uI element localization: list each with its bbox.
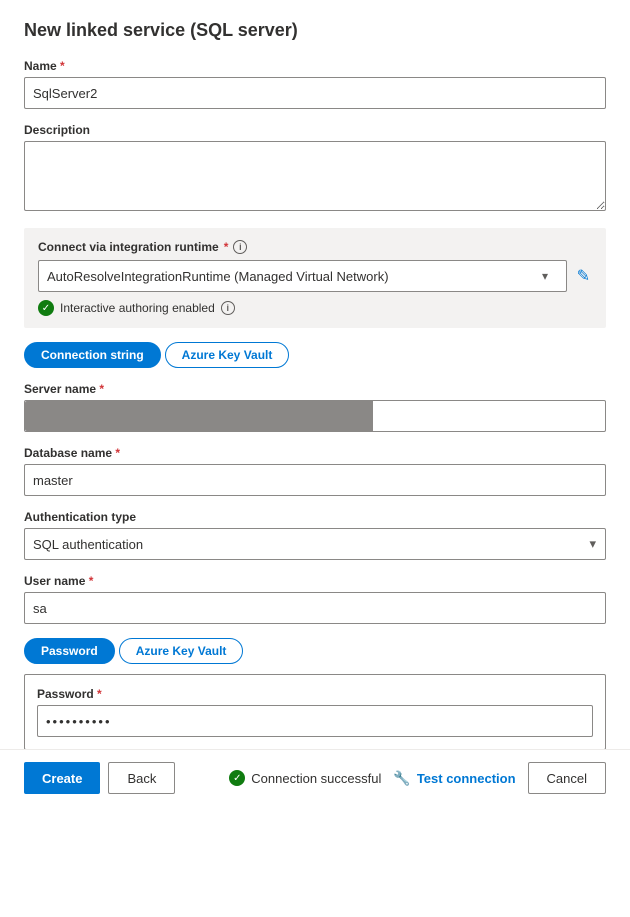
interactive-authoring-info-icon[interactable]: i	[221, 301, 235, 315]
description-field-group: Description	[24, 123, 606, 214]
back-button[interactable]: Back	[108, 762, 175, 794]
description-input[interactable]	[24, 141, 606, 211]
description-label: Description	[24, 123, 606, 137]
password-tab-row: Password Azure Key Vault	[24, 638, 606, 664]
password-azure-key-vault-tab[interactable]: Azure Key Vault	[119, 638, 244, 664]
interactive-authoring-row: ✓ Interactive authoring enabled i	[38, 300, 592, 316]
connection-success-check-icon: ✓	[229, 770, 245, 786]
integration-runtime-select[interactable]: AutoResolveIntegrationRuntime (Managed V…	[38, 260, 567, 292]
auth-type-field-group: Authentication type SQL authentication ▾	[24, 510, 606, 560]
connection-success-text: Connection successful	[251, 771, 381, 786]
server-name-field-group: Server name *	[24, 382, 606, 432]
password-inner-box: Password *	[24, 674, 606, 750]
auth-type-select[interactable]: SQL authentication	[24, 528, 606, 560]
integration-runtime-edit-button[interactable]: ✎	[575, 264, 592, 288]
interactive-authoring-check-icon: ✓	[38, 300, 54, 316]
server-name-label: Server name *	[24, 382, 606, 396]
azure-key-vault-tab[interactable]: Azure Key Vault	[165, 342, 290, 368]
auth-type-label: Authentication type	[24, 510, 606, 524]
name-label: Name *	[24, 59, 606, 73]
integration-runtime-info-icon[interactable]: i	[233, 240, 247, 254]
server-name-fill	[25, 401, 373, 431]
cancel-button[interactable]: Cancel	[528, 762, 606, 794]
database-name-input[interactable]	[24, 464, 606, 496]
password-input[interactable]	[37, 705, 593, 737]
name-input[interactable]	[24, 77, 606, 109]
username-label: User name *	[24, 574, 606, 588]
create-button[interactable]: Create	[24, 762, 100, 794]
connection-tab-row: Connection string Azure Key Vault	[24, 342, 606, 368]
server-name-bar[interactable]	[24, 400, 606, 432]
footer-bar: Create Back ✓ Connection successful 🔧 Te…	[0, 749, 630, 806]
integration-runtime-label: Connect via integration runtime * i	[38, 240, 592, 254]
test-connection-button[interactable]: 🔧 Test connection	[389, 764, 519, 793]
integration-runtime-select-wrapper: AutoResolveIntegrationRuntime (Managed V…	[38, 260, 592, 292]
username-input[interactable]	[24, 592, 606, 624]
password-field-group: Password *	[37, 687, 593, 737]
username-field-group: User name *	[24, 574, 606, 624]
database-name-field-group: Database name *	[24, 446, 606, 496]
panel-title: New linked service (SQL server)	[24, 20, 606, 41]
password-label: Password *	[37, 687, 593, 701]
password-tab[interactable]: Password	[24, 638, 115, 664]
database-name-label: Database name *	[24, 446, 606, 460]
connection-string-tab[interactable]: Connection string	[24, 342, 161, 368]
wrench-icon: 🔧	[393, 770, 410, 787]
interactive-authoring-text: Interactive authoring enabled	[60, 301, 215, 315]
connection-success-row: ✓ Connection successful	[229, 770, 381, 786]
name-field-group: Name *	[24, 59, 606, 109]
integration-runtime-box: Connect via integration runtime * i Auto…	[24, 228, 606, 328]
